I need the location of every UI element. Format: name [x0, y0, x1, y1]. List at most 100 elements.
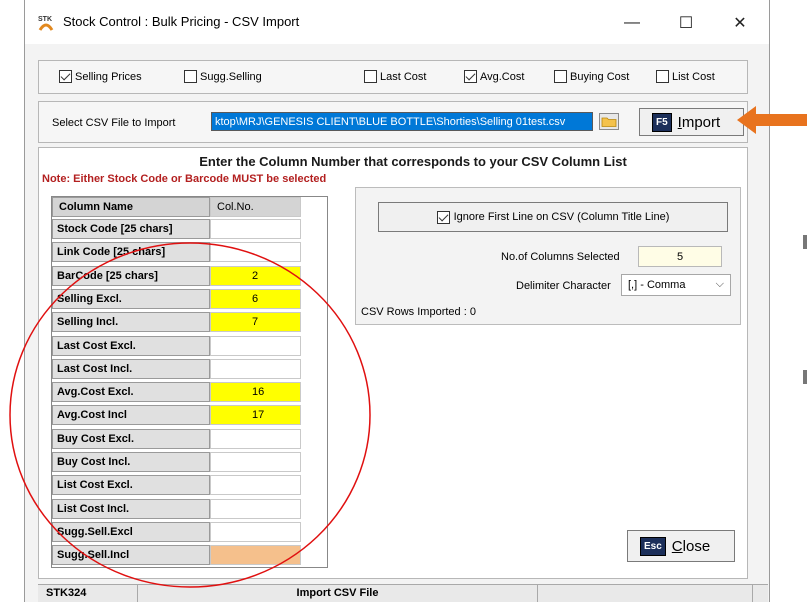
column-name-cell: Last Cost Excl. — [52, 335, 210, 356]
maximize-button[interactable]: ☐ — [663, 4, 709, 42]
delimiter-label: Delimiter Character — [516, 280, 611, 292]
table-row: Selling Incl. 7 — [52, 312, 312, 333]
table-row: Selling Excl. 6 — [52, 288, 312, 309]
column-name-cell: Last Cost Incl. — [52, 358, 210, 379]
column-name-cell: Stock Code [25 chars] — [52, 219, 210, 239]
import-settings-panel: Ignore First Line on CSV (Column Title L… — [355, 187, 741, 325]
table-row: List Cost Incl. — [52, 498, 312, 519]
file-select-group: Select CSV File to Import ktop\MRJ\GENES… — [38, 101, 748, 143]
column-name-cell: Buy Cost Excl. — [52, 428, 210, 449]
columns-selected-value: 5 — [638, 246, 722, 267]
column-name-cell: Link Code [25 chars] — [52, 242, 210, 263]
column-name-cell: Buy Cost Incl. — [52, 452, 210, 472]
mapping-note: Note: Either Stock Code or Barcode MUST … — [42, 173, 327, 185]
table-row: BarCode [25 chars] 2 — [52, 265, 312, 286]
delimiter-value: [,] - Comma — [628, 279, 686, 291]
close-label: Close — [671, 537, 711, 555]
table-row: Sugg.Sell.Incl — [52, 545, 312, 566]
ignore-first-line-option[interactable]: Ignore First Line on CSV (Column Title L… — [378, 202, 728, 232]
column-name-cell: List Cost Excl. — [52, 475, 210, 496]
delimiter-select[interactable]: [,] - Comma ⌵ — [621, 274, 731, 296]
f5-key-icon: F5 — [652, 112, 672, 132]
csv-rows-imported: CSV Rows Imported : 0 — [361, 306, 476, 318]
column-number-cell[interactable]: 7 — [210, 312, 301, 333]
column-number-cell[interactable] — [210, 452, 301, 472]
checkbox-icon[interactable] — [436, 210, 450, 224]
table-row: Last Cost Incl. — [52, 358, 312, 379]
column-number-cell[interactable] — [210, 545, 301, 566]
option-label: Sugg.Selling — [200, 70, 262, 83]
column-number-cell[interactable] — [210, 475, 301, 496]
option-label: Last Cost — [380, 70, 427, 83]
status-bar: STK324 Import CSV File — [38, 584, 768, 602]
column-number-cell[interactable] — [210, 521, 301, 542]
price-type-options: Selling Prices Sugg.Selling Last Cost Av… — [38, 60, 748, 94]
header-col-no: Col.No. — [210, 197, 301, 217]
app-window: STK Stock Control : Bulk Pricing - CSV I… — [24, 0, 770, 602]
table-row: Link Code [25 chars] — [52, 242, 312, 263]
option-label: Buying Cost — [570, 70, 630, 83]
mapping-heading: Enter the Column Number that corresponds… — [199, 154, 627, 169]
checkbox-icon[interactable] — [184, 70, 197, 83]
column-number-cell[interactable] — [210, 428, 301, 449]
column-name-cell: Selling Excl. — [52, 288, 210, 309]
option-avg-cost[interactable]: Avg.Cost — [464, 70, 524, 83]
column-name-cell: BarCode [25 chars] — [52, 265, 210, 286]
column-name-cell: Avg.Cost Incl — [52, 405, 210, 426]
table-row: List Cost Excl. — [52, 475, 312, 496]
column-name-cell: Selling Incl. — [52, 312, 210, 333]
checkbox-icon[interactable] — [464, 70, 477, 83]
table-row: Stock Code [25 chars] — [52, 219, 312, 239]
window-title: Stock Control : Bulk Pricing - CSV Impor… — [63, 14, 300, 29]
column-name-cell: Avg.Cost Excl. — [52, 382, 210, 403]
column-number-cell[interactable] — [210, 242, 301, 263]
app-logo-icon: STK — [38, 16, 54, 31]
column-name-cell: Sugg.Sell.Excl — [52, 521, 210, 542]
option-buying-cost[interactable]: Buying Cost — [554, 70, 629, 83]
checkbox-icon[interactable] — [554, 70, 567, 83]
import-button[interactable]: F5 Import — [639, 108, 744, 136]
column-number-cell[interactable] — [210, 219, 301, 239]
title-bar: STK Stock Control : Bulk Pricing - CSV I… — [25, 0, 769, 44]
option-sugg-selling[interactable]: Sugg.Selling — [184, 70, 262, 83]
table-row: Last Cost Excl. — [52, 335, 312, 356]
table-row: Buy Cost Excl. — [52, 428, 312, 449]
edge-mark — [803, 370, 807, 384]
column-number-cell[interactable] — [210, 335, 301, 356]
columns-selected-label: No.of Columns Selected — [501, 251, 620, 263]
status-code: STK324 — [38, 585, 138, 602]
status-empty — [538, 585, 753, 602]
column-number-cell[interactable]: 16 — [210, 382, 301, 403]
chevron-down-icon: ⌵ — [715, 278, 724, 290]
grid-header-row: Column Name Col.No. — [52, 197, 312, 217]
close-button[interactable]: Esc Close — [627, 530, 735, 562]
option-label: Avg.Cost — [480, 70, 525, 83]
table-row: Sugg.Sell.Excl — [52, 521, 312, 542]
option-last-cost[interactable]: Last Cost — [364, 70, 426, 83]
esc-key-icon: Esc — [640, 536, 666, 556]
column-number-cell[interactable] — [210, 498, 301, 519]
ignore-first-line-label: Ignore First Line on CSV (Column Title L… — [453, 211, 670, 223]
checkbox-icon[interactable] — [364, 70, 377, 83]
column-number-cell[interactable]: 17 — [210, 405, 301, 426]
option-list-cost[interactable]: List Cost — [656, 70, 715, 83]
column-name-cell: Sugg.Sell.Incl — [52, 545, 210, 566]
column-number-cell[interactable]: 6 — [210, 288, 301, 309]
column-number-cell[interactable] — [210, 358, 301, 379]
column-mapping-panel: Enter the Column Number that corresponds… — [38, 147, 748, 579]
checkbox-icon[interactable] — [656, 70, 669, 83]
option-selling-prices[interactable]: Selling Prices — [59, 70, 142, 83]
folder-icon[interactable] — [599, 113, 619, 130]
column-number-cell[interactable]: 2 — [210, 265, 301, 286]
file-path-input[interactable]: ktop\MRJ\GENESIS CLIENT\BLUE BOTTLE\Shor… — [211, 112, 593, 131]
minimize-button[interactable]: — — [609, 4, 655, 42]
table-row: Avg.Cost Excl. 16 — [52, 382, 312, 403]
header-column-name: Column Name — [52, 197, 210, 217]
status-text: Import CSV File — [138, 585, 538, 602]
column-grid: Column Name Col.No. Stock Code [25 chars… — [51, 196, 328, 568]
edge-mark — [803, 235, 807, 249]
close-window-button[interactable]: ✕ — [717, 4, 763, 42]
checkbox-icon[interactable] — [59, 70, 72, 83]
file-select-label: Select CSV File to Import — [52, 117, 176, 129]
option-label: Selling Prices — [75, 70, 142, 83]
